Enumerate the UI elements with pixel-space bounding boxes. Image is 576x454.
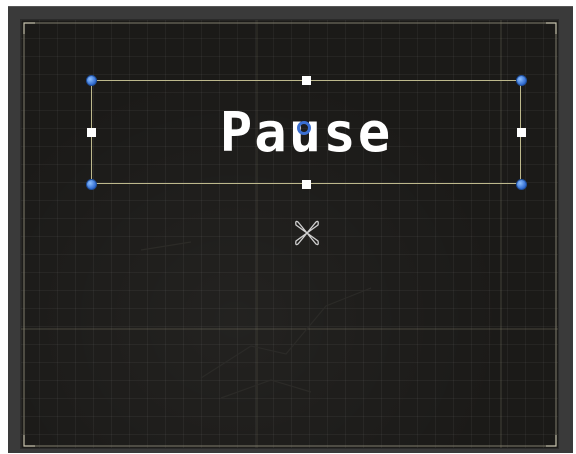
handle-right[interactable]: [517, 128, 526, 137]
anchor-icon[interactable]: [290, 216, 324, 250]
handle-bottom-right[interactable]: [516, 179, 527, 190]
handle-top[interactable]: [302, 76, 311, 85]
corner-bracket-bottom-right: [546, 435, 557, 447]
corner-bracket-top-right: [546, 22, 557, 34]
handle-bottom-left[interactable]: [86, 179, 97, 190]
corner-bracket-bottom-left: [23, 435, 35, 447]
handle-left[interactable]: [87, 128, 96, 137]
canvas-area[interactable]: Pause: [20, 19, 559, 449]
corner-bracket-top-left: [23, 22, 35, 34]
background-texture: [140, 241, 372, 399]
handle-top-left[interactable]: [86, 75, 97, 86]
handle-bottom[interactable]: [302, 180, 311, 189]
handle-top-right[interactable]: [516, 75, 527, 86]
pivot-icon[interactable]: [297, 121, 311, 135]
scene-view-frame: Pause: [8, 6, 573, 453]
